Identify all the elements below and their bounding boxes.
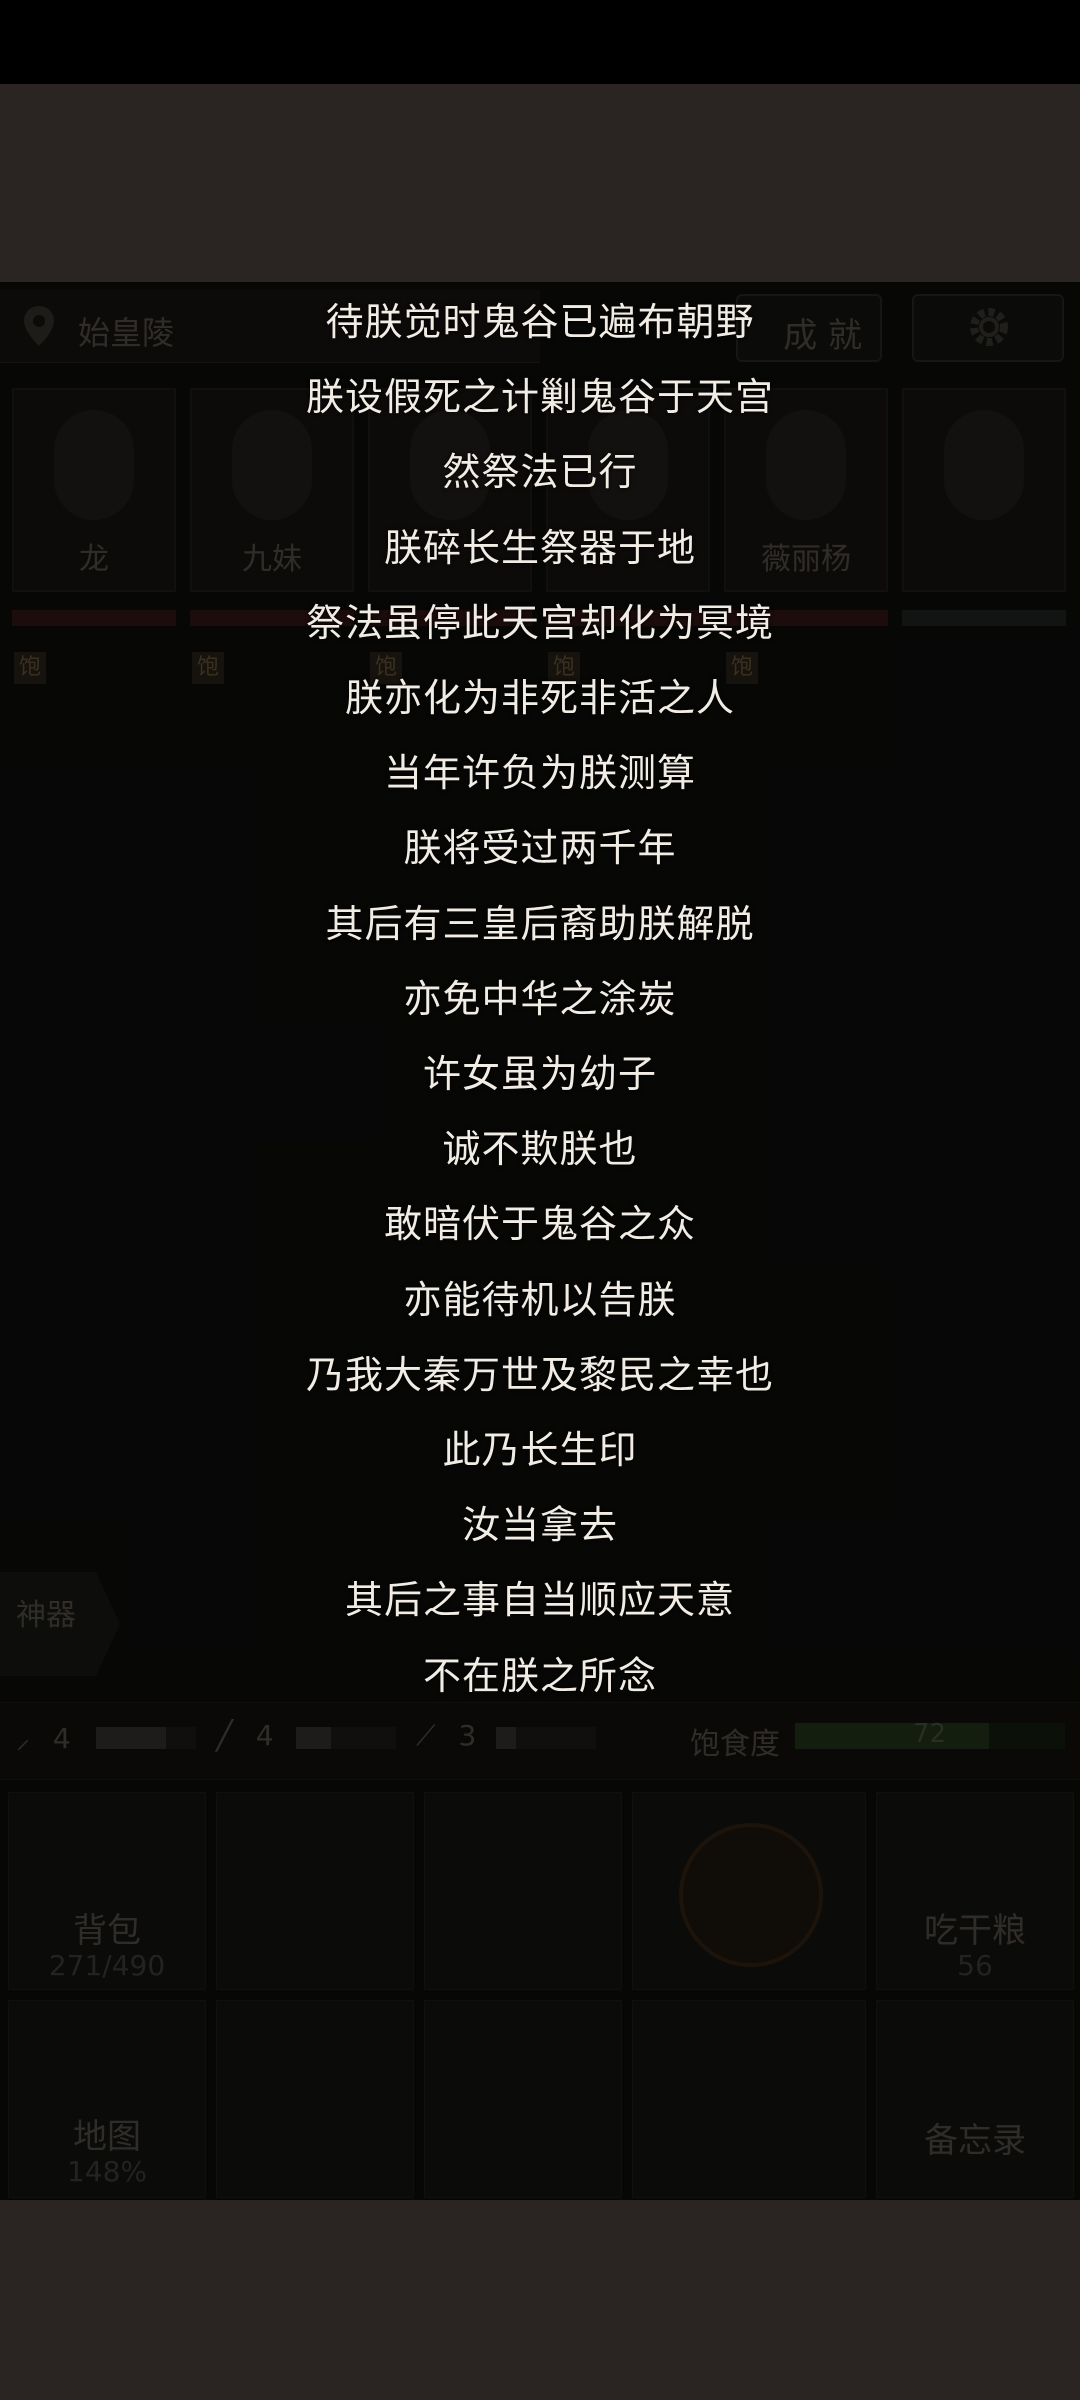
story-line: 乃我大秦万世及黎民之幸也 [305, 1352, 774, 1397]
story-line: 亦能待机以告朕 [403, 1277, 677, 1322]
story-line: 其后之事自当顺应天意 [344, 1578, 735, 1623]
story-line: 其后有三皇后裔助朕解脱 [325, 901, 755, 946]
bottom-letterbox [0, 2200, 1080, 2400]
story-line: 汝当拿去 [461, 1503, 618, 1548]
story-line: 不在朕之所念 [422, 1653, 657, 1698]
story-line: 朕亦化为非死非活之人 [344, 676, 735, 720]
story-line: 朕将受过两千年 [403, 826, 677, 871]
story-line: 朕碎长生祭器于地 [383, 525, 696, 570]
story-line: 敢暗伏于鬼谷之众 [383, 1202, 696, 1247]
status-bar [0, 0, 1080, 84]
story-line: 朕设假死之计剿鬼谷于天宫 [305, 375, 774, 420]
story-line: 然祭法已行 [442, 450, 638, 495]
story-line: 当年许负为朕测算 [383, 751, 696, 796]
story-line: 祭法虽停此天宫却化为冥境 [305, 600, 774, 645]
story-line: 许女虽为幼子 [422, 1052, 657, 1096]
top-letterbox [0, 84, 1080, 282]
story-line: 待朕觉时鬼谷已遍布朝野 [325, 300, 755, 344]
story-line: 此乃长生印 [442, 1428, 638, 1472]
story-line: 亦免中华之涂炭 [403, 976, 677, 1021]
story-line: 诚不欺朕也 [442, 1127, 638, 1172]
